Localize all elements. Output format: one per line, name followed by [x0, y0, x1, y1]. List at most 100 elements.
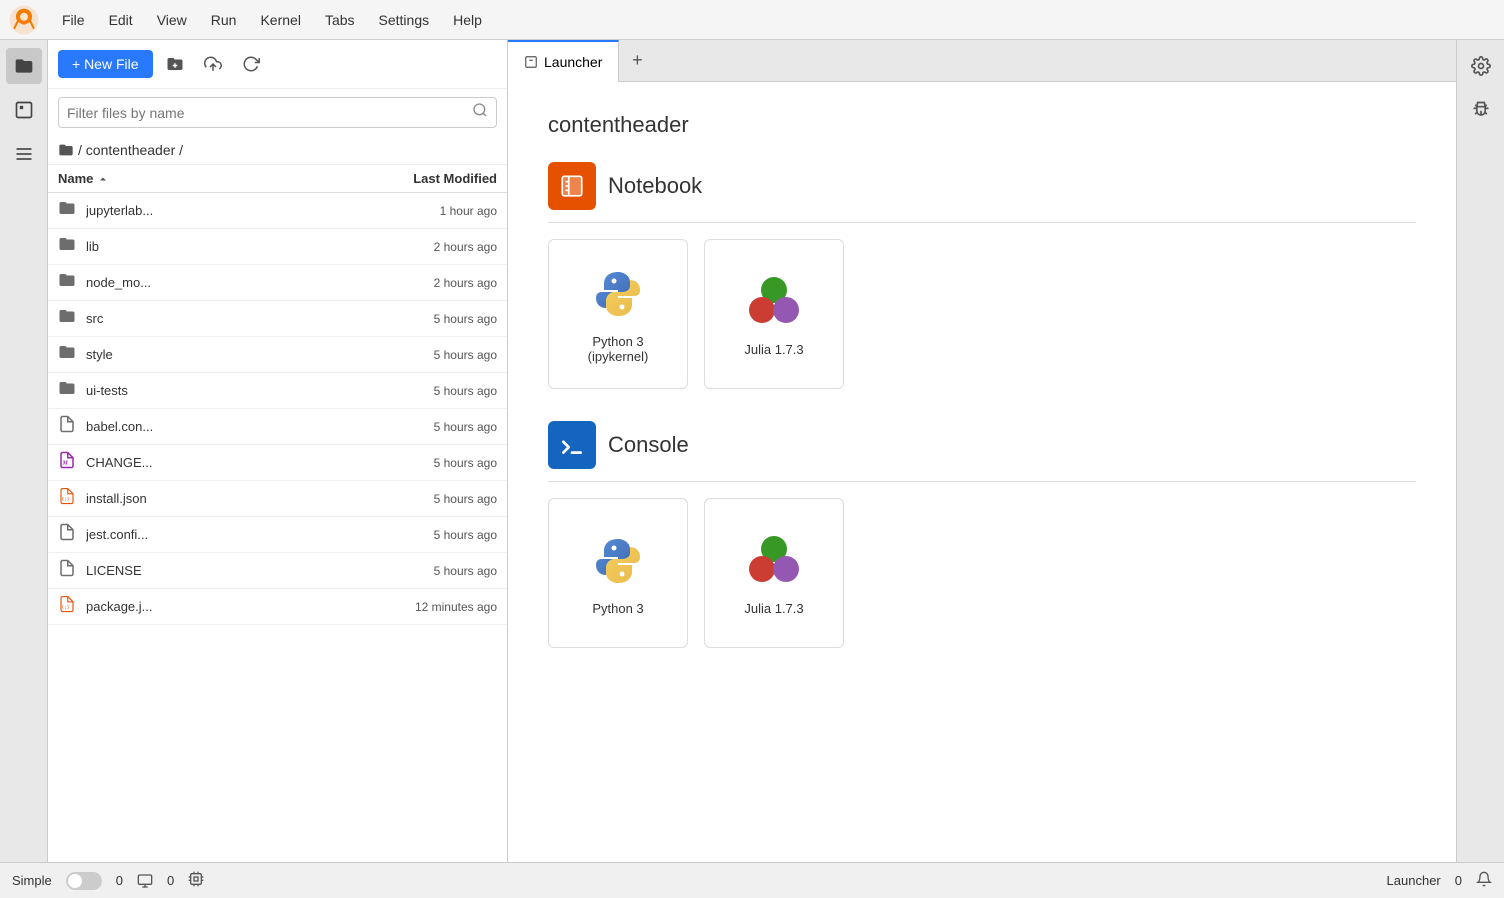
file-icon: M — [58, 451, 80, 474]
kernel-python3-console-label: Python 3 — [592, 601, 643, 616]
bottom-bar: Simple 0 0 Launcher 0 — [0, 862, 1504, 898]
file-list-item[interactable]: src 5 hours ago — [48, 301, 507, 337]
launcher-title: contentheader — [548, 112, 1416, 138]
file-name: jest.confi... — [86, 527, 357, 542]
activity-files[interactable] — [6, 48, 42, 84]
notebook-section-title: Notebook — [608, 173, 702, 199]
file-icon — [58, 415, 80, 438]
count2: 0 — [167, 873, 174, 888]
app-logo — [8, 4, 40, 36]
launcher-tab[interactable]: Launcher — [508, 40, 619, 82]
kernel-julia-console[interactable]: Julia 1.7.3 — [704, 498, 844, 648]
menu-item-edit[interactable]: Edit — [99, 8, 143, 32]
tab-bar: Launcher + — [508, 40, 1456, 82]
file-name: install.json — [86, 491, 357, 506]
cpu-icon[interactable] — [188, 871, 204, 890]
file-name: babel.con... — [86, 419, 357, 434]
menu-item-help[interactable]: Help — [443, 8, 492, 32]
file-list-item[interactable]: ui-tests 5 hours ago — [48, 373, 507, 409]
file-name: LICENSE — [86, 563, 357, 578]
file-list-item[interactable]: babel.con... 5 hours ago — [48, 409, 507, 445]
kernel-julia-notebook[interactable]: Julia 1.7.3 — [704, 239, 844, 389]
menu-item-tabs[interactable]: Tabs — [315, 8, 365, 32]
file-icon: {;} — [58, 595, 80, 618]
activity-running[interactable] — [6, 92, 42, 128]
settings-icon[interactable] — [1463, 48, 1499, 84]
count1: 0 — [116, 873, 123, 888]
file-icon — [58, 235, 80, 258]
file-list-item[interactable]: LICENSE 5 hours ago — [48, 553, 507, 589]
file-icon — [58, 343, 80, 366]
launcher-content: contentheader Notebook — [508, 82, 1456, 898]
file-icon — [58, 199, 80, 222]
file-list-item[interactable]: jest.confi... 5 hours ago — [48, 517, 507, 553]
bug-icon[interactable] — [1463, 92, 1499, 128]
file-name: package.j... — [86, 599, 357, 614]
terminal-icon[interactable] — [137, 873, 153, 889]
bell-icon[interactable] — [1476, 871, 1492, 890]
notebook-section-header: Notebook — [548, 162, 1416, 223]
file-list-item[interactable]: style 5 hours ago — [48, 337, 507, 373]
file-icon — [58, 379, 80, 402]
file-name: ui-tests — [86, 383, 357, 398]
file-modified: 5 hours ago — [357, 384, 497, 398]
file-icon — [58, 523, 80, 546]
file-list-item[interactable]: jupyterlab... 1 hour ago — [48, 193, 507, 229]
file-name: CHANGE... — [86, 455, 357, 470]
python-logo — [588, 264, 648, 324]
menu-item-run[interactable]: Run — [201, 8, 247, 32]
svg-text:{;}: {;} — [61, 605, 69, 611]
simple-toggle[interactable] — [66, 872, 102, 890]
console-icon — [548, 421, 596, 469]
menu-item-file[interactable]: File — [52, 8, 95, 32]
search-bar[interactable] — [58, 97, 497, 128]
julia-logo — [744, 272, 804, 332]
svg-text:{;}: {;} — [61, 497, 69, 503]
menu-item-kernel[interactable]: Kernel — [250, 8, 310, 32]
simple-label: Simple — [12, 873, 52, 888]
file-list-item[interactable]: {;} package.j... 12 minutes ago — [48, 589, 507, 625]
file-list-item[interactable]: node_mo... 2 hours ago — [48, 265, 507, 301]
refresh-button[interactable] — [235, 48, 267, 80]
file-name: style — [86, 347, 357, 362]
kernel-python3-notebook[interactable]: Python 3 (ipykernel) — [548, 239, 688, 389]
file-list-item[interactable]: lib 2 hours ago — [48, 229, 507, 265]
activity-table[interactable] — [6, 136, 42, 172]
search-input[interactable] — [67, 105, 472, 121]
file-name: src — [86, 311, 357, 326]
notebook-kernels: Python 3 (ipykernel) Julia 1.7.3 — [548, 239, 1416, 389]
kernel-julia-label: Julia 1.7.3 — [744, 342, 803, 357]
kernel-python3-label: Python 3 (ipykernel) — [565, 334, 671, 364]
upload-button[interactable] — [197, 48, 229, 80]
kernel-julia-console-label: Julia 1.7.3 — [744, 601, 803, 616]
file-modified: 2 hours ago — [357, 240, 497, 254]
file-modified: 12 minutes ago — [357, 600, 497, 614]
activity-bar — [0, 40, 48, 898]
breadcrumb: / contentheader / — [48, 136, 507, 165]
file-icon — [58, 559, 80, 582]
tab-add-button[interactable]: + — [619, 40, 655, 82]
svg-text:M: M — [62, 461, 69, 467]
menu-item-settings[interactable]: Settings — [369, 8, 440, 32]
file-modified: 5 hours ago — [357, 564, 497, 578]
file-list: jupyterlab... 1 hour ago lib 2 hours ago… — [48, 193, 507, 898]
file-name: lib — [86, 239, 357, 254]
new-file-button[interactable]: + New File — [58, 50, 153, 78]
file-modified: 2 hours ago — [357, 276, 497, 290]
new-folder-button[interactable] — [159, 48, 191, 80]
file-modified: 5 hours ago — [357, 492, 497, 506]
file-icon: {;} — [58, 487, 80, 510]
file-modified: 5 hours ago — [357, 312, 497, 326]
menu-item-view[interactable]: View — [147, 8, 197, 32]
file-modified: 5 hours ago — [357, 456, 497, 470]
launcher-status-count: 0 — [1455, 873, 1462, 888]
notebook-icon — [548, 162, 596, 210]
menu-bar: File Edit View Run Kernel Tabs Settings … — [0, 0, 1504, 40]
file-modified: 5 hours ago — [357, 420, 497, 434]
file-toolbar: + New File — [48, 40, 507, 89]
file-modified: 5 hours ago — [357, 528, 497, 542]
file-modified: 5 hours ago — [357, 348, 497, 362]
file-list-item[interactable]: {;} install.json 5 hours ago — [48, 481, 507, 517]
file-list-item[interactable]: M CHANGE... 5 hours ago — [48, 445, 507, 481]
kernel-python3-console[interactable]: Python 3 — [548, 498, 688, 648]
